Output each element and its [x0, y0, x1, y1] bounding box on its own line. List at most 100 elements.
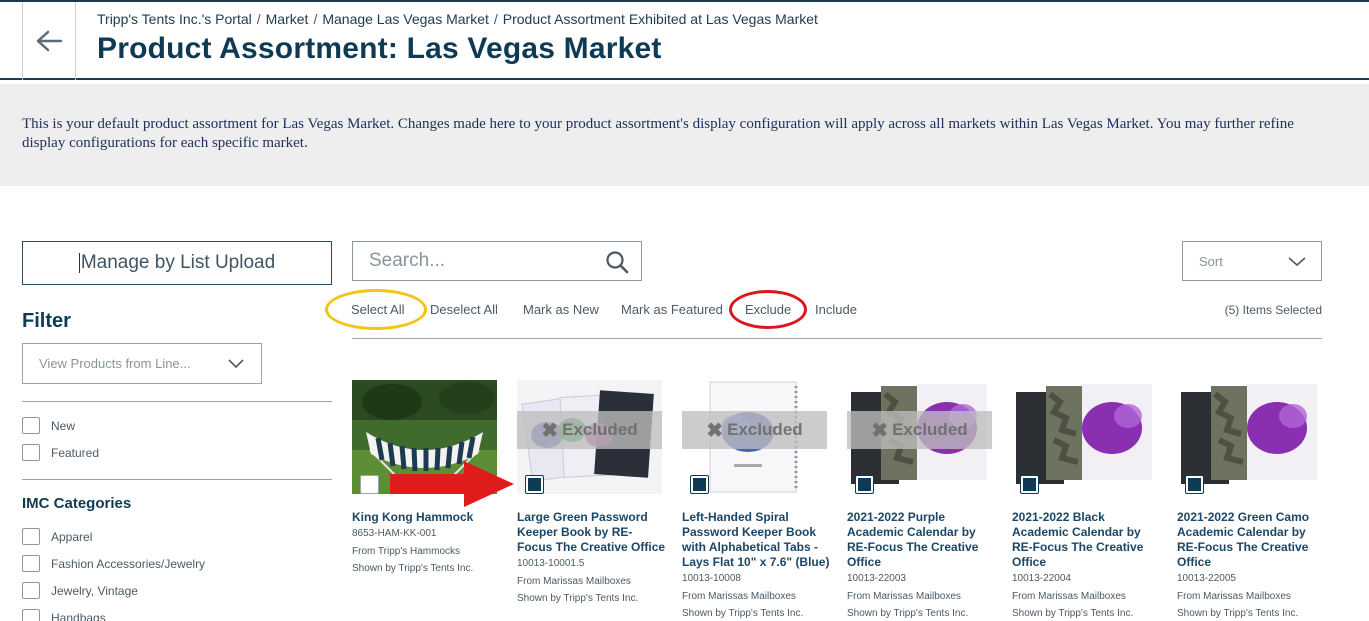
- product-shown-by: Shown by Tripp's Tents Inc.: [517, 593, 639, 604]
- back-arrow-icon: [36, 30, 63, 52]
- excluded-overlay: ✖ Excluded: [517, 411, 662, 449]
- sort-select[interactable]: Sort: [1182, 241, 1322, 281]
- product-card: 2021-2022 Black Academic Calendar by RE-…: [1012, 380, 1162, 621]
- breadcrumb-separator: /: [256, 11, 261, 27]
- product-checkbox[interactable]: [525, 475, 544, 494]
- product-image-hammock: [352, 380, 497, 494]
- product-checkbox[interactable]: [855, 475, 874, 494]
- close-x-icon: ✖: [871, 419, 889, 442]
- category-jewelry-vintage[interactable]: Jewelry, Vintage: [22, 582, 138, 599]
- product-from: From Marissas Mailboxes: [682, 591, 796, 602]
- product-image-purple-calendar: ✖ Excluded: [847, 380, 992, 494]
- manage-list-upload-button[interactable]: Manage by List Upload: [22, 241, 332, 285]
- page-title: Product Assortment: Las Vegas Market: [97, 32, 662, 65]
- product-shown-by: Shown by Tripp's Tents Inc.: [682, 608, 804, 619]
- breadcrumb: Tripp's Tents Inc.'s Portal / Market / Manag…: [97, 11, 818, 27]
- category-fashion-accessories[interactable]: Fashion Accessories/Jewelry: [22, 555, 205, 572]
- product-checkbox[interactable]: [360, 475, 379, 494]
- breadcrumb-market[interactable]: Market: [266, 11, 309, 27]
- breadcrumb-separator: /: [313, 11, 318, 27]
- product-shown-by: Shown by Tripp's Tents Inc.: [1012, 608, 1134, 619]
- category-checkbox[interactable]: [22, 582, 40, 599]
- product-name[interactable]: 2021-2022 Purple Academic Calendar by RE…: [847, 510, 997, 570]
- product-shown-by: Shown by Tripp's Tents Inc.: [352, 563, 474, 574]
- mark-as-new-button[interactable]: Mark as New: [523, 302, 599, 317]
- product-shown-by: Shown by Tripp's Tents Inc.: [847, 608, 969, 619]
- product-name[interactable]: Large Green Password Keeper Book by RE-F…: [517, 510, 667, 555]
- exclude-button[interactable]: Exclude: [745, 302, 791, 317]
- category-handbags[interactable]: Handbags: [22, 609, 106, 621]
- page-header: Tripp's Tents Inc.'s Portal / Market / Manag…: [0, 0, 1369, 80]
- filter-title: Filter: [22, 310, 71, 332]
- back-button[interactable]: [22, 2, 76, 80]
- product-sku: 8653-HAM-KK-001: [352, 528, 437, 539]
- items-selected-count: (5) Items Selected: [1224, 303, 1322, 317]
- product-name[interactable]: 2021-2022 Black Academic Calendar by RE-…: [1012, 510, 1162, 570]
- product-from: From Tripp's Hammocks: [352, 546, 461, 557]
- product-name[interactable]: Left-Handed Spiral Password Keeper Book …: [682, 510, 832, 570]
- category-label: Jewelry, Vintage: [51, 583, 138, 598]
- divider: [352, 338, 1322, 339]
- product-image-black-calendar: [1012, 380, 1157, 494]
- search-icon[interactable]: [605, 250, 629, 274]
- product-sku: 10013-22005: [1177, 573, 1236, 584]
- new-checkbox[interactable]: [22, 417, 40, 434]
- chevron-down-icon: [228, 359, 244, 369]
- category-checkbox[interactable]: [22, 609, 40, 621]
- filter-new[interactable]: New: [22, 417, 75, 434]
- info-banner: This is your default product assortment …: [0, 84, 1369, 186]
- new-label: New: [51, 418, 76, 433]
- filter-featured[interactable]: Featured: [22, 444, 99, 461]
- featured-label: Featured: [51, 445, 100, 460]
- excluded-overlay: ✖ Excluded: [847, 411, 992, 449]
- category-checkbox[interactable]: [22, 555, 40, 572]
- close-x-icon: ✖: [541, 419, 559, 442]
- categories-title: IMC Categories: [22, 495, 132, 512]
- product-from: From Marissas Mailboxes: [847, 591, 961, 602]
- banner-text: This is your default product assortment …: [22, 116, 1294, 151]
- search-input[interactable]: [353, 242, 583, 280]
- product-image-camo-calendar: [1177, 380, 1322, 494]
- product-sku: 10013-10001.5: [517, 558, 585, 569]
- product-from: From Marissas Mailboxes: [517, 576, 631, 587]
- product-card: King Kong Hammock 8653-HAM-KK-001 From T…: [352, 380, 502, 577]
- include-button[interactable]: Include: [815, 302, 857, 317]
- product-from: From Marissas Mailboxes: [1012, 591, 1126, 602]
- product-card: ✖ Excluded Left-Handed Spiral Password Ke…: [682, 380, 832, 621]
- breadcrumb-current: Product Assortment Exhibited at Las Vega…: [502, 11, 818, 27]
- divider: [22, 401, 332, 402]
- excluded-label: Excluded: [562, 420, 638, 439]
- chevron-down-icon: [1288, 257, 1306, 267]
- product-checkbox[interactable]: [1185, 475, 1204, 494]
- excluded-overlay: ✖ Excluded: [682, 411, 827, 449]
- divider: [22, 479, 332, 480]
- select-all-button[interactable]: Select All: [351, 302, 404, 317]
- product-name[interactable]: 2021-2022 Green Camo Academic Calendar b…: [1177, 510, 1327, 570]
- line-select-placeholder: View Products from Line...: [39, 356, 191, 371]
- category-label: Apparel: [51, 529, 93, 544]
- deselect-all-button[interactable]: Deselect All: [430, 302, 498, 317]
- product-from: From Marissas Mailboxes: [1177, 591, 1291, 602]
- product-card: ✖ Excluded 2021-2022 Purple Academic Cale…: [847, 380, 997, 621]
- line-filter-select[interactable]: View Products from Line...: [22, 343, 262, 384]
- mark-as-featured-button[interactable]: Mark as Featured: [621, 302, 723, 317]
- list-upload-label: Manage by List Upload: [80, 252, 276, 273]
- breadcrumb-portal[interactable]: Tripp's Tents Inc.'s Portal: [97, 11, 252, 27]
- category-apparel[interactable]: Apparel: [22, 528, 92, 545]
- product-checkbox[interactable]: [1020, 475, 1039, 494]
- product-sku: 10013-22004: [1012, 573, 1071, 584]
- product-name[interactable]: King Kong Hammock: [352, 510, 502, 525]
- category-checkbox[interactable]: [22, 528, 40, 545]
- breadcrumb-separator: /: [493, 11, 498, 27]
- product-shown-by: Shown by Tripp's Tents Inc.: [1177, 608, 1299, 619]
- product-image-spiral-book: ✖ Excluded: [682, 380, 827, 494]
- product-checkbox[interactable]: [690, 475, 709, 494]
- featured-checkbox[interactable]: [22, 444, 40, 461]
- product-image-password-book: ✖ Excluded: [517, 380, 662, 494]
- breadcrumb-manage-market[interactable]: Manage Las Vegas Market: [322, 11, 489, 27]
- product-sku: 10013-10008: [682, 573, 741, 584]
- category-label: Fashion Accessories/Jewelry: [51, 556, 206, 571]
- close-x-icon: ✖: [706, 419, 724, 442]
- excluded-label: Excluded: [892, 420, 968, 439]
- category-label: Handbags: [51, 610, 106, 621]
